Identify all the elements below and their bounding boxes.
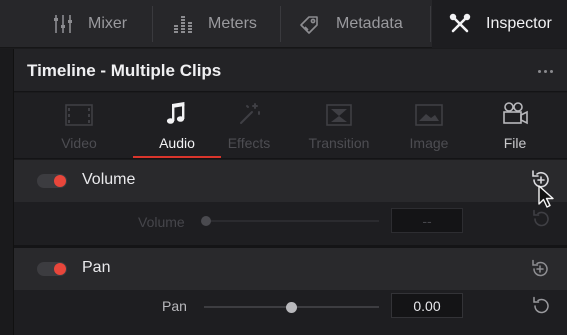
tab-video[interactable]: Video (34, 93, 124, 159)
volume-slider-handle[interactable] (201, 216, 211, 226)
volume-header: Volume (14, 160, 567, 202)
reset-icon[interactable] (530, 295, 552, 317)
divider (430, 6, 431, 42)
inspector-tools-icon (448, 12, 472, 36)
tab-image-label: Image (409, 135, 449, 151)
tab-video-label: Video (61, 135, 97, 151)
volume-enable-toggle[interactable] (37, 174, 67, 188)
meters-label: Meters (208, 15, 257, 32)
volume-slider-track[interactable] (204, 220, 379, 222)
active-tab-indicator (133, 156, 221, 158)
tab-image[interactable]: Image (384, 93, 474, 159)
film-camera-icon (500, 93, 530, 131)
pan-enable-toggle[interactable] (37, 262, 67, 276)
inspector-tabs: Video Audio Effects Transition Image Fil… (14, 93, 567, 159)
metadata-tag-icon (298, 13, 322, 35)
keyframe-reset-icon[interactable] (529, 258, 551, 280)
more-options-icon[interactable] (527, 59, 563, 83)
volume-section: Volume Volume -- (14, 160, 567, 246)
tab-transition[interactable]: Transition (294, 93, 384, 159)
inspector-button[interactable]: Inspector (432, 0, 567, 48)
volume-title: Volume (82, 171, 136, 188)
mixer-label: Mixer (88, 15, 128, 32)
pan-section: Pan Pan 0.00 (14, 248, 567, 335)
pan-title: Pan (82, 259, 111, 276)
tab-audio-label: Audio (159, 135, 195, 151)
panel-title: Timeline - Multiple Clips (27, 61, 222, 80)
volume-row: Volume -- (14, 202, 567, 246)
tab-effects[interactable]: Effects (204, 93, 294, 159)
reset-icon[interactable] (530, 208, 552, 230)
pan-slider-handle[interactable] (286, 302, 297, 313)
inspector-label: Inspector (486, 15, 552, 32)
music-note-icon (165, 93, 189, 131)
pan-row-label: Pan (162, 298, 187, 314)
page-tabs-bar: Mixer Meters Metadata Inspector (0, 0, 567, 48)
metadata-button[interactable]: Metadata (298, 0, 403, 48)
pan-header: Pan (14, 248, 567, 290)
mixer-icon (52, 13, 74, 35)
mouse-cursor-icon (538, 185, 554, 208)
volume-value-field[interactable]: -- (391, 208, 463, 233)
metadata-label: Metadata (336, 15, 403, 32)
left-panel-edge (0, 49, 14, 335)
magic-wand-icon (236, 93, 262, 131)
pan-value-field[interactable]: 0.00 (391, 293, 463, 318)
tab-transition-label: Transition (308, 135, 370, 151)
panel-header: Timeline - Multiple Clips (14, 49, 567, 92)
pan-row: Pan 0.00 (14, 290, 567, 335)
image-icon (414, 93, 444, 131)
tab-file-label: File (503, 135, 527, 151)
video-icon (64, 93, 94, 131)
mixer-button[interactable]: Mixer (52, 0, 127, 48)
volume-row-label: Volume (138, 214, 185, 230)
transition-icon (325, 93, 353, 131)
divider (280, 6, 281, 42)
meters-button[interactable]: Meters (172, 0, 257, 48)
meters-icon (172, 13, 194, 35)
tab-file[interactable]: File (470, 93, 560, 159)
tab-effects-label: Effects (227, 135, 271, 151)
divider (152, 6, 153, 42)
